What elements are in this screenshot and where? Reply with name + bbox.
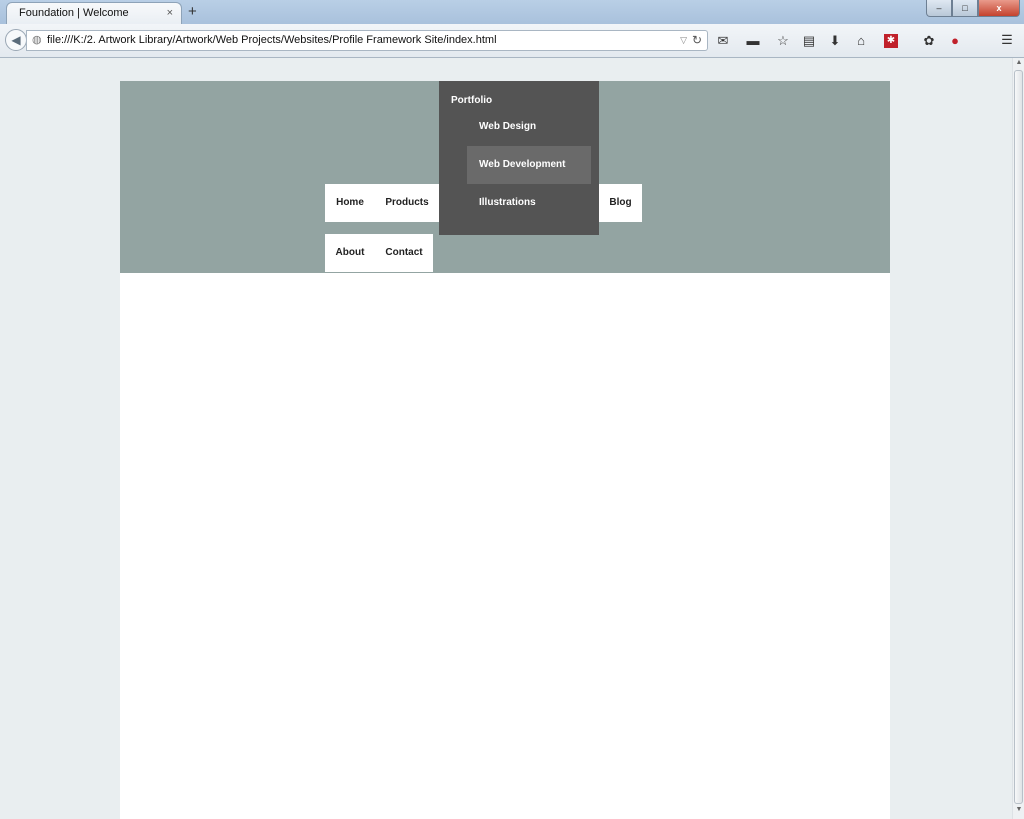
menu-icon[interactable]: ☰ [996,30,1018,50]
menu-item-web-development[interactable]: Web Development [467,146,591,184]
download-icon[interactable]: ⬇ [824,31,846,51]
portfolio-dropdown[interactable]: Portfolio Web Design Web Development Ill… [439,81,599,235]
menu-item-web-design[interactable]: Web Design [467,108,591,146]
globe-icon: ◍ [32,34,42,46]
extension-icon[interactable]: ✱ [884,34,898,48]
back-button[interactable]: ◀ [5,29,27,51]
site-page: Home Products Portfolio Web Design Web D… [120,81,890,819]
reading-list-icon[interactable]: ▤ [798,31,820,51]
menu-item-illustrations[interactable]: Illustrations [467,184,591,222]
nav-blog[interactable]: Blog [599,184,642,222]
minimize-button[interactable]: – [926,0,952,17]
home-icon[interactable]: ⌂ [850,31,872,51]
nav-contact[interactable]: Contact [375,234,433,272]
back-arrow-icon: ◀ [11,33,21,47]
scroll-thumb[interactable] [1014,70,1023,804]
url-history-dropdown-icon[interactable]: ▽ [680,31,687,50]
addon-icon[interactable]: ▬ [738,31,768,51]
maximize-button[interactable]: □ [952,0,978,17]
site-header: Home Products Portfolio Web Design Web D… [120,81,890,273]
nav-portfolio[interactable]: Portfolio [451,95,492,106]
new-tab-button[interactable]: + [188,3,197,20]
mail-icon[interactable]: ✉ [712,31,734,51]
puzzle-icon[interactable]: ✿ [918,31,940,51]
nav-about[interactable]: About [325,234,375,272]
scroll-down-arrow-icon[interactable]: ▼ [1014,806,1024,818]
vertical-scrollbar[interactable]: ▲ ▼ [1012,58,1024,819]
adblock-icon[interactable]: ● [944,31,966,51]
url-text: file:///K:/2. Artwork Library/Artwork/We… [47,34,497,46]
nav-products[interactable]: Products [375,184,439,222]
window-titlebar: Foundation | Welcome × + – □ x [0,0,1024,25]
toolbar-icons: ✉ ▬ ☆ ▤ ⬇ ⌂ ✱ ✿ ● ☰ [712,30,1013,52]
browser-navbar: ◀ ◍ file:///K:/2. Artwork Library/Artwor… [0,24,1024,58]
window-controls: – □ x [926,0,1020,18]
browser-tab[interactable]: Foundation | Welcome × [6,2,182,25]
bookmark-star-icon[interactable]: ☆ [772,31,794,51]
page-viewport: Home Products Portfolio Web Design Web D… [0,58,1012,819]
tab-close-icon[interactable]: × [167,3,173,24]
reload-icon[interactable]: ↻ [692,31,702,50]
close-window-button[interactable]: x [978,0,1020,17]
tab-title: Foundation | Welcome [19,7,129,19]
nav-home[interactable]: Home [325,184,375,222]
address-bar[interactable]: ◍ file:///K:/2. Artwork Library/Artwork/… [26,30,708,51]
